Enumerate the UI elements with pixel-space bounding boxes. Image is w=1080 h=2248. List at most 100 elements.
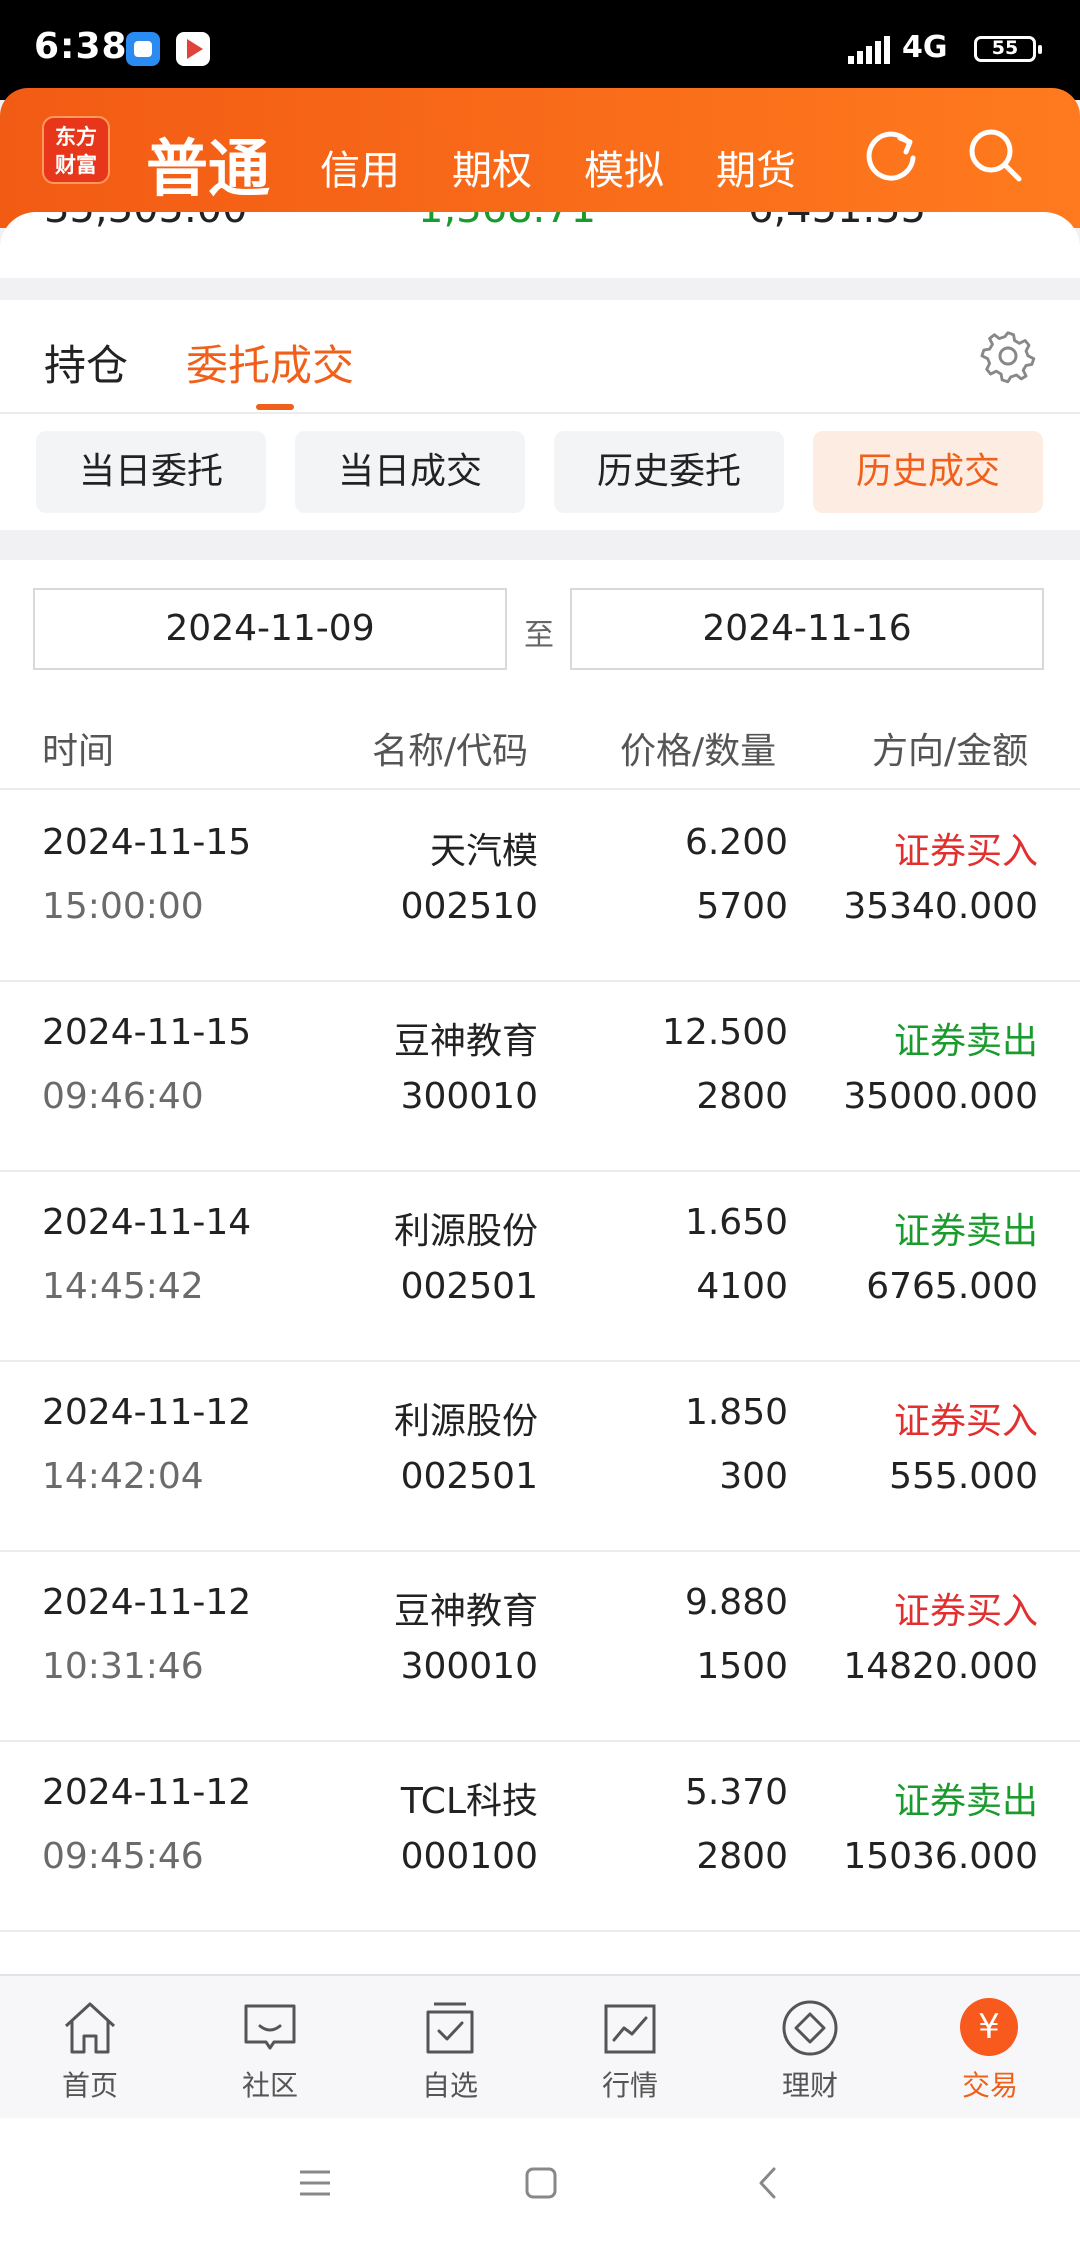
tab-simulation[interactable]: 模拟 <box>584 138 664 196</box>
tab-putong[interactable]: 普通 <box>146 118 270 208</box>
trade-date: 2024-11-12 <box>42 1582 252 1623</box>
trade-direction: 证券卖出 <box>893 1211 1038 1252</box>
refresh-icon[interactable] <box>860 124 922 186</box>
nav-community[interactable]: 社区 <box>180 1976 360 2120</box>
header-direction-amount: 方向/金额 <box>872 731 1029 772</box>
stock-name: 利源股份 <box>393 1211 538 1252</box>
home-icon <box>64 2002 116 2054</box>
table-row[interactable]: 2024-11-12 09:45:46 TCL科技 000100 5.370 2800 证券… <box>0 1740 1080 1932</box>
trade-date: 2024-11-12 <box>42 1772 252 1813</box>
notification-app-icon <box>126 32 160 66</box>
trade-amount: 6765.000 <box>866 1266 1038 1307</box>
search-icon[interactable] <box>964 124 1026 186</box>
trade-quantity: 4100 <box>696 1266 788 1307</box>
trade-history-panel: 2024-11-09 至 2024-11-16 时间 名称/代码 价格/数量 方… <box>0 560 1080 1974</box>
stock-name: 利源股份 <box>393 1401 538 1442</box>
nav-wealth-label: 理财 <box>781 2069 838 2102</box>
nav-market[interactable]: 行情 <box>540 1976 720 2120</box>
logo-line-2: 财富 <box>55 153 97 177</box>
table-row[interactable]: 2024-11-15 15:00:00 天汽模 002510 6.200 5700 证券买入… <box>0 790 1080 982</box>
trade-price: 1.650 <box>684 1202 788 1243</box>
trade-price: 6.200 <box>684 822 788 863</box>
nav-home-label: 首页 <box>61 2069 118 2102</box>
home-square-icon[interactable] <box>524 2166 558 2200</box>
stock-name: TCL科技 <box>400 1781 538 1822</box>
start-date-field[interactable]: 2024-11-09 <box>33 588 507 670</box>
trade-direction: 证券买入 <box>893 1401 1038 1442</box>
end-date-field[interactable]: 2024-11-16 <box>570 588 1044 670</box>
main-tab-bar: 持仓 委托成交 <box>0 300 1080 414</box>
stock-name: 天汽模 <box>429 831 538 872</box>
trade-time: 10:31:46 <box>42 1646 204 1687</box>
trade-yen-icon: ¥ <box>960 1998 1018 2056</box>
trade-quantity: 1500 <box>696 1646 788 1687</box>
watchlist-icon <box>426 2002 474 2054</box>
trade-quantity: 5700 <box>696 886 788 927</box>
nav-trade-label: 交易 <box>961 2069 1018 2102</box>
trade-time: 14:45:42 <box>42 1266 204 1307</box>
network-type: 4G <box>902 30 948 65</box>
tab-credit[interactable]: 信用 <box>320 138 400 196</box>
trade-time: 09:45:46 <box>42 1836 204 1877</box>
tab-futures[interactable]: 期货 <box>716 138 796 196</box>
tab-orders-trades[interactable]: 委托成交 <box>186 332 354 393</box>
table-row[interactable]: 2024-11-12 14:42:04 利源股份 002501 1.850 300 证券买入… <box>0 1360 1080 1552</box>
status-bar: 6:38 4G 55 <box>0 0 1080 100</box>
logo-line-1: 东方 <box>55 125 97 149</box>
trade-amount: 35340.000 <box>843 886 1038 927</box>
active-tab-indicator <box>256 404 294 410</box>
app-header: 东方 财富 普通 信用 期权 模拟 期货 <box>0 88 1080 228</box>
trade-date: 2024-11-15 <box>42 822 252 863</box>
market-chart-icon <box>604 2004 656 2054</box>
stock-code: 300010 <box>400 1076 538 1117</box>
nav-watchlist[interactable]: 自选 <box>360 1976 540 2120</box>
play-store-icon <box>176 32 210 66</box>
stock-name: 豆神教育 <box>393 1021 538 1062</box>
menu-icon[interactable] <box>298 2166 332 2200</box>
trade-date: 2024-11-12 <box>42 1392 252 1433</box>
stock-code: 000100 <box>400 1836 538 1877</box>
tab-positions[interactable]: 持仓 <box>44 332 128 393</box>
subtab-history-trades[interactable]: 历史成交 <box>813 431 1043 513</box>
app-logo: 东方 财富 <box>42 116 110 184</box>
trade-amount: 14820.000 <box>843 1646 1038 1687</box>
summary-value-2: 1,368.71 <box>418 212 596 232</box>
stock-name: 豆神教育 <box>393 1591 538 1632</box>
table-header: 时间 名称/代码 价格/数量 方向/金额 <box>0 712 1080 790</box>
system-nav-bar <box>0 2118 1080 2248</box>
back-icon[interactable] <box>752 2166 786 2200</box>
subtab-today-orders[interactable]: 当日委托 <box>36 431 266 513</box>
wealth-diamond-icon <box>782 2000 838 2056</box>
stock-code: 300010 <box>400 1646 538 1687</box>
subtab-history-orders[interactable]: 历史委托 <box>554 431 784 513</box>
asset-summary-card: 35,305.00 1,368.71 6,451.55 <box>0 212 1080 278</box>
battery-level: 55 <box>991 37 1019 59</box>
trade-direction: 证券买入 <box>893 831 1038 872</box>
table-row[interactable]: 2024-11-15 09:46:40 豆神教育 300010 12.500 2800 证券… <box>0 980 1080 1172</box>
trade-direction: 证券卖出 <box>893 1021 1038 1062</box>
table-row[interactable]: 2024-11-14 14:45:42 利源股份 002501 1.650 4100 证券卖… <box>0 1170 1080 1362</box>
nav-home[interactable]: 首页 <box>0 1976 180 2120</box>
subtab-today-trades[interactable]: 当日成交 <box>295 431 525 513</box>
summary-value-3: 6,451.55 <box>748 212 926 232</box>
stock-code: 002501 <box>400 1456 538 1497</box>
trade-direction: 证券卖出 <box>893 1781 1038 1822</box>
stock-code: 002510 <box>400 886 538 927</box>
bottom-nav: 首页 社区 自选 行情 理财 ¥ 交易 <box>0 1974 1080 2120</box>
trade-quantity: 300 <box>719 1456 788 1497</box>
trade-date: 2024-11-15 <box>42 1012 252 1053</box>
summary-value-1: 35,305.00 <box>44 212 248 232</box>
nav-market-label: 行情 <box>601 2069 658 2102</box>
nav-community-label: 社区 <box>241 2069 298 2102</box>
table-row[interactable]: 2024-11-12 10:31:46 豆神教育 300010 9.880 1500 证券买… <box>0 1550 1080 1742</box>
trade-quantity: 2800 <box>696 1076 788 1117</box>
trade-price: 5.370 <box>684 1772 788 1813</box>
stock-code: 002501 <box>400 1266 538 1307</box>
tab-options[interactable]: 期权 <box>452 138 532 196</box>
trade-amount: 35000.000 <box>843 1076 1038 1117</box>
trade-time: 15:00:00 <box>42 886 204 927</box>
nav-trade[interactable]: ¥ 交易 <box>900 1976 1080 2120</box>
gear-icon[interactable] <box>980 328 1036 384</box>
trade-amount: 555.000 <box>889 1456 1038 1497</box>
nav-wealth[interactable]: 理财 <box>720 1976 900 2120</box>
